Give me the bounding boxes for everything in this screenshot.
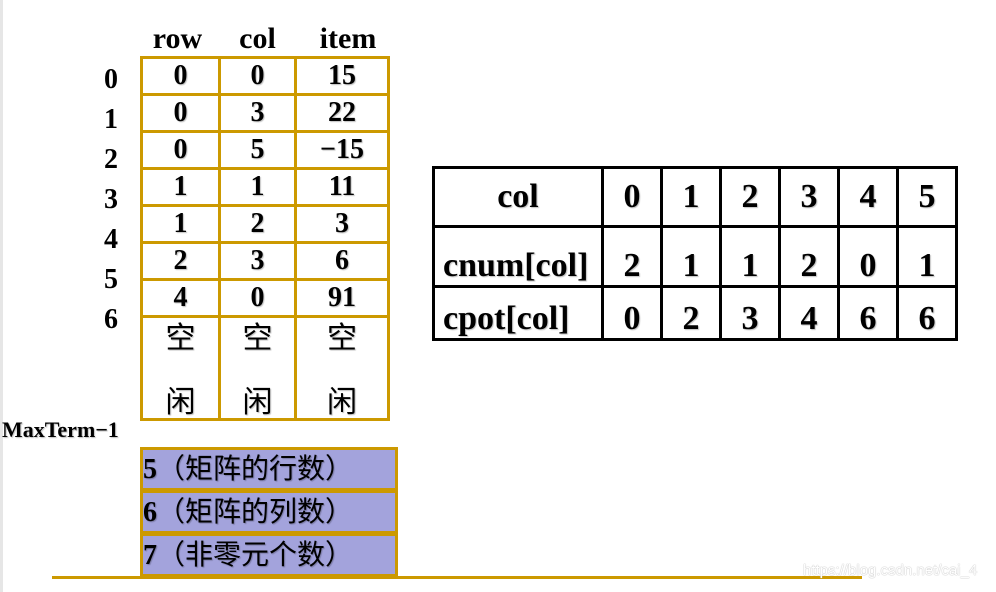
table-row: 1 1 11 [140,167,390,207]
value-cell: 1 [896,225,958,288]
value-cell: 0 [601,166,663,228]
free-char-top: 空 [165,321,196,356]
meta-row-cols: 6（矩阵的列数） [140,490,398,534]
row-label: col [432,166,604,228]
cell-item: 22 [294,93,390,133]
header-row: row [152,22,203,55]
row-label: cnum[col] [432,225,604,288]
value-cell: 1 [660,166,722,228]
header-col: col [239,22,276,55]
value-cell: 1 [719,225,781,288]
row-index: 0 [104,64,118,95]
cell-col: 0 [218,56,297,96]
table-row: 1 2 3 [140,204,390,244]
maxterm-label: MaxTerm−1 [2,417,119,442]
cell-col: 1 [218,167,297,207]
cell-col: 0 [218,278,297,318]
cell-row: 0 [140,130,221,170]
free-char-bottom: 闲 [327,385,357,420]
count-row-cnum: cnum[col] 2 1 1 2 0 1 [432,225,958,288]
cell-row: 1 [140,204,221,244]
free-char-top: 空 [327,321,357,356]
table-row: 0 5 −15 [140,130,390,170]
cell-col: 3 [218,241,297,281]
meta-desc: （矩阵的行数） [157,452,354,485]
cell-col: 3 [218,93,297,133]
value-cell: 3 [719,285,781,341]
row-index: 5 [104,264,118,295]
free-cell: 空 闲 [140,315,221,421]
header-item: item [319,22,377,55]
cell-row: 0 [140,93,221,133]
cell-col: 2 [218,204,297,244]
value-cell: 4 [837,166,899,228]
cell-item: 11 [294,167,390,207]
watermark: https://blog.csdn.net/cai_4 [803,562,978,579]
table-row: 2 3 6 [140,241,390,281]
cell-item: 91 [294,278,390,318]
meta-value: 6 [143,497,157,528]
free-cell: 空 闲 [294,315,390,421]
cell-row: 1 [140,167,221,207]
row-label: cpot[col] [432,285,604,341]
table-row: 0 3 22 [140,93,390,133]
cell-item: 15 [294,56,390,96]
value-cell: 0 [837,225,899,288]
free-char-bottom: 闲 [165,385,196,420]
meta-desc: （矩阵的列数） [157,495,354,528]
count-row-col: col 0 1 2 3 4 5 [432,166,958,228]
value-cell: 0 [601,285,663,341]
row-index: 2 [104,144,118,175]
value-cell: 4 [778,285,840,341]
meta-row-rows: 5（矩阵的行数） [140,447,398,491]
cell-row: 4 [140,278,221,318]
meta-row-nonzero: 7（非零元个数） [140,533,398,577]
cell-row: 0 [140,56,221,96]
free-space-row: 空 闲 空 闲 空 闲 [140,315,390,421]
value-cell: 6 [896,285,958,341]
row-index: 3 [104,184,118,215]
count-row-cpot: cpot[col] 0 2 3 4 6 6 [432,285,958,341]
free-char-bottom: 闲 [242,385,273,420]
value-cell: 2 [660,285,722,341]
row-index: 1 [104,104,118,135]
cell-item: −15 [294,130,390,170]
value-cell: 3 [778,166,840,228]
value-cell: 2 [778,225,840,288]
value-cell: 5 [896,166,958,228]
cell-col: 5 [218,130,297,170]
meta-value: 5 [143,454,157,485]
value-cell: 2 [719,166,781,228]
row-index: 4 [104,224,118,255]
value-cell: 1 [660,225,722,288]
table-row: 4 0 91 [140,278,390,318]
cell-row: 2 [140,241,221,281]
free-char-top: 空 [242,321,273,356]
count-table: col 0 1 2 3 4 5 cnum[col] 2 1 1 2 0 1 cp… [432,166,958,341]
row-index: 6 [104,304,118,335]
cell-item: 6 [294,241,390,281]
meta-value: 7 [143,540,157,571]
free-cell: 空 闲 [218,315,297,421]
cell-item: 3 [294,204,390,244]
triple-table: 0 0 15 0 3 22 0 5 −15 1 1 11 1 2 3 2 3 6 [140,56,390,421]
meta-desc: （非零元个数） [157,538,354,571]
baseline-rule [52,576,862,579]
value-cell: 6 [837,285,899,341]
table-row: 0 0 15 [140,56,390,96]
value-cell: 2 [601,225,663,288]
page-left-edge [0,0,3,592]
